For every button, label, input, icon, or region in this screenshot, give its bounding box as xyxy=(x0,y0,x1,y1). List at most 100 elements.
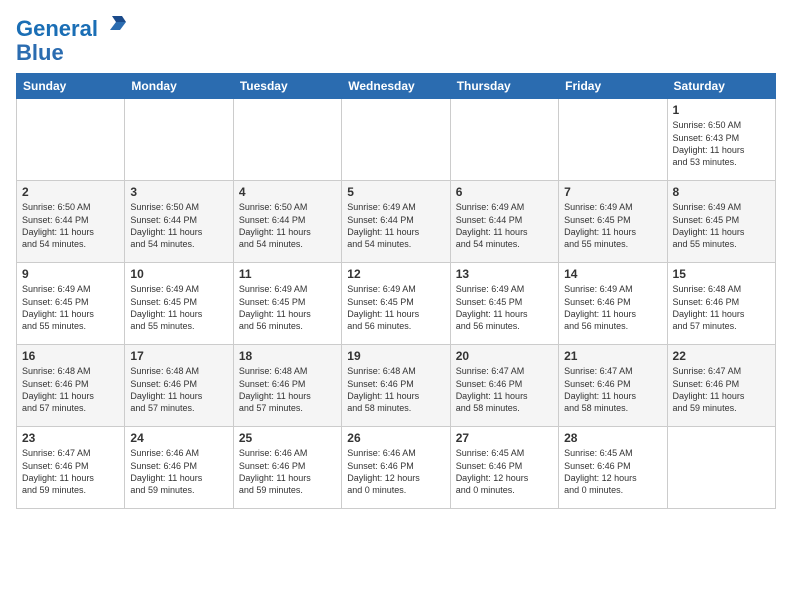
calendar-day-cell: 6 Sunrise: 6:49 AM Sunset: 6:44 PM Daylig… xyxy=(450,181,558,263)
day-info: Sunrise: 6:49 AM Sunset: 6:44 PM Dayligh… xyxy=(456,201,553,250)
calendar-day-cell: 2 Sunrise: 6:50 AM Sunset: 6:44 PM Daylig… xyxy=(17,181,125,263)
calendar-day-header: Tuesday xyxy=(233,74,341,99)
calendar-day-cell xyxy=(17,99,125,181)
calendar-day-cell: 24Sunrise: 6:46 AM Sunset: 6:46 PM Dayli… xyxy=(125,427,233,509)
calendar-week-row: 16 Sunrise: 6:48 AM Sunset: 6:46 PM Dayli… xyxy=(17,345,776,427)
day-number: 27 xyxy=(456,431,553,445)
day-number: 15 xyxy=(673,267,770,281)
calendar-day-cell: 21 Sunrise: 6:47 AM Sunset: 6:46 PM Dayli… xyxy=(559,345,667,427)
day-number: 1 xyxy=(673,103,770,117)
calendar-week-row: 9 Sunrise: 6:49 AM Sunset: 6:45 PM Daylig… xyxy=(17,263,776,345)
day-number: 21 xyxy=(564,349,661,363)
day-number: 9 xyxy=(22,267,119,281)
calendar-week-row: 23 Sunrise: 6:47 AM Sunset: 6:46 PM Dayli… xyxy=(17,427,776,509)
day-info: Sunrise: 6:50 AM Sunset: 6:44 PM Dayligh… xyxy=(239,201,336,250)
day-info: Sunrise: 6:46 AM Sunset: 6:46 PM Dayligh… xyxy=(239,447,336,496)
logo-general: General xyxy=(16,16,98,41)
day-number: 24 xyxy=(130,431,227,445)
day-number: 17 xyxy=(130,349,227,363)
day-info: Sunrise: 6:47 AM Sunset: 6:46 PM Dayligh… xyxy=(456,365,553,414)
calendar-day-cell: 19 Sunrise: 6:48 AM Sunset: 6:46 PM Dayli… xyxy=(342,345,450,427)
day-number: 20 xyxy=(456,349,553,363)
day-info: Sunrise: 6:47 AM Sunset: 6:46 PM Dayligh… xyxy=(22,447,119,496)
day-number: 14 xyxy=(564,267,661,281)
day-info: Sunrise: 6:49 AM Sunset: 6:45 PM Dayligh… xyxy=(130,283,227,332)
logo-icon xyxy=(106,12,130,36)
calendar-day-cell: 28Sunrise: 6:45 AM Sunset: 6:46 PM Dayli… xyxy=(559,427,667,509)
calendar-day-cell: 4 Sunrise: 6:50 AM Sunset: 6:44 PM Daylig… xyxy=(233,181,341,263)
calendar-day-cell: 27 Sunrise: 6:45 AM Sunset: 6:46 PM Dayli… xyxy=(450,427,558,509)
calendar-day-cell: 16 Sunrise: 6:48 AM Sunset: 6:46 PM Dayli… xyxy=(17,345,125,427)
calendar-day-cell: 1 Sunrise: 6:50 AM Sunset: 6:43 PM Daylig… xyxy=(667,99,775,181)
calendar-day-cell: 11Sunrise: 6:49 AM Sunset: 6:45 PM Dayli… xyxy=(233,263,341,345)
calendar-day-header: Monday xyxy=(125,74,233,99)
calendar-day-cell: 23 Sunrise: 6:47 AM Sunset: 6:46 PM Dayli… xyxy=(17,427,125,509)
day-info: Sunrise: 6:45 AM Sunset: 6:46 PM Dayligh… xyxy=(456,447,553,496)
calendar-day-cell: 25Sunrise: 6:46 AM Sunset: 6:46 PM Dayli… xyxy=(233,427,341,509)
day-number: 2 xyxy=(22,185,119,199)
calendar-day-cell: 22 Sunrise: 6:47 AM Sunset: 6:46 PM Dayli… xyxy=(667,345,775,427)
calendar-day-cell: 7 Sunrise: 6:49 AM Sunset: 6:45 PM Daylig… xyxy=(559,181,667,263)
day-info: Sunrise: 6:48 AM Sunset: 6:46 PM Dayligh… xyxy=(22,365,119,414)
day-info: Sunrise: 6:49 AM Sunset: 6:45 PM Dayligh… xyxy=(564,201,661,250)
day-number: 8 xyxy=(673,185,770,199)
day-number: 23 xyxy=(22,431,119,445)
day-info: Sunrise: 6:48 AM Sunset: 6:46 PM Dayligh… xyxy=(347,365,444,414)
calendar-day-cell: 12 Sunrise: 6:49 AM Sunset: 6:45 PM Dayli… xyxy=(342,263,450,345)
calendar-day-cell: 14Sunrise: 6:49 AM Sunset: 6:46 PM Dayli… xyxy=(559,263,667,345)
day-info: Sunrise: 6:48 AM Sunset: 6:46 PM Dayligh… xyxy=(130,365,227,414)
calendar-day-cell xyxy=(233,99,341,181)
day-number: 6 xyxy=(456,185,553,199)
calendar-day-cell xyxy=(559,99,667,181)
day-info: Sunrise: 6:49 AM Sunset: 6:45 PM Dayligh… xyxy=(239,283,336,332)
day-number: 26 xyxy=(347,431,444,445)
day-number: 3 xyxy=(130,185,227,199)
calendar-day-header: Friday xyxy=(559,74,667,99)
calendar-day-cell: 3 Sunrise: 6:50 AM Sunset: 6:44 PM Daylig… xyxy=(125,181,233,263)
day-info: Sunrise: 6:49 AM Sunset: 6:45 PM Dayligh… xyxy=(456,283,553,332)
calendar-day-cell: 13 Sunrise: 6:49 AM Sunset: 6:45 PM Dayli… xyxy=(450,263,558,345)
calendar-day-header: Saturday xyxy=(667,74,775,99)
day-info: Sunrise: 6:47 AM Sunset: 6:46 PM Dayligh… xyxy=(564,365,661,414)
calendar-header-row: SundayMondayTuesdayWednesdayThursdayFrid… xyxy=(17,74,776,99)
day-info: Sunrise: 6:49 AM Sunset: 6:45 PM Dayligh… xyxy=(347,283,444,332)
calendar-day-cell xyxy=(667,427,775,509)
calendar-week-row: 2 Sunrise: 6:50 AM Sunset: 6:44 PM Daylig… xyxy=(17,181,776,263)
calendar-day-cell: 10 Sunrise: 6:49 AM Sunset: 6:45 PM Dayli… xyxy=(125,263,233,345)
day-number: 28 xyxy=(564,431,661,445)
header: General Blue xyxy=(16,12,776,65)
page: General Blue SundayMondayTuesdayWednesda… xyxy=(0,0,792,612)
calendar-day-cell: 5 Sunrise: 6:49 AM Sunset: 6:44 PM Daylig… xyxy=(342,181,450,263)
calendar-week-row: 1 Sunrise: 6:50 AM Sunset: 6:43 PM Daylig… xyxy=(17,99,776,181)
calendar-day-header: Sunday xyxy=(17,74,125,99)
calendar-day-cell xyxy=(450,99,558,181)
day-info: Sunrise: 6:47 AM Sunset: 6:46 PM Dayligh… xyxy=(673,365,770,414)
calendar-day-cell: 18Sunrise: 6:48 AM Sunset: 6:46 PM Dayli… xyxy=(233,345,341,427)
day-info: Sunrise: 6:50 AM Sunset: 6:44 PM Dayligh… xyxy=(22,201,119,250)
day-number: 5 xyxy=(347,185,444,199)
calendar-day-cell xyxy=(125,99,233,181)
day-number: 4 xyxy=(239,185,336,199)
calendar-day-cell: 15 Sunrise: 6:48 AM Sunset: 6:46 PM Dayli… xyxy=(667,263,775,345)
day-number: 19 xyxy=(347,349,444,363)
day-number: 12 xyxy=(347,267,444,281)
calendar-day-cell: 17 Sunrise: 6:48 AM Sunset: 6:46 PM Dayli… xyxy=(125,345,233,427)
calendar-day-cell: 26 Sunrise: 6:46 AM Sunset: 6:46 PM Dayli… xyxy=(342,427,450,509)
calendar-day-cell: 20 Sunrise: 6:47 AM Sunset: 6:46 PM Dayli… xyxy=(450,345,558,427)
logo-text: General xyxy=(16,12,130,41)
day-number: 16 xyxy=(22,349,119,363)
day-info: Sunrise: 6:48 AM Sunset: 6:46 PM Dayligh… xyxy=(673,283,770,332)
calendar-day-cell xyxy=(342,99,450,181)
day-number: 13 xyxy=(456,267,553,281)
logo: General Blue xyxy=(16,12,130,65)
day-info: Sunrise: 6:49 AM Sunset: 6:44 PM Dayligh… xyxy=(347,201,444,250)
day-info: Sunrise: 6:49 AM Sunset: 6:45 PM Dayligh… xyxy=(22,283,119,332)
day-number: 7 xyxy=(564,185,661,199)
day-info: Sunrise: 6:50 AM Sunset: 6:44 PM Dayligh… xyxy=(130,201,227,250)
day-info: Sunrise: 6:46 AM Sunset: 6:46 PM Dayligh… xyxy=(347,447,444,496)
day-number: 22 xyxy=(673,349,770,363)
day-info: Sunrise: 6:49 AM Sunset: 6:45 PM Dayligh… xyxy=(673,201,770,250)
day-info: Sunrise: 6:50 AM Sunset: 6:43 PM Dayligh… xyxy=(673,119,770,168)
day-number: 10 xyxy=(130,267,227,281)
calendar-table: SundayMondayTuesdayWednesdayThursdayFrid… xyxy=(16,73,776,509)
